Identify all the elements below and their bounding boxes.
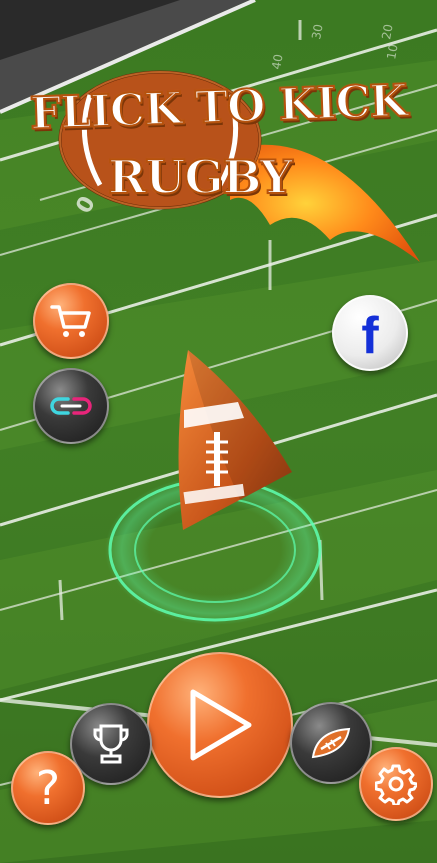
facebook-icon: f xyxy=(361,307,379,365)
trophy-icon xyxy=(93,724,129,764)
link-icon xyxy=(50,397,92,415)
facebook-button[interactable]: f xyxy=(332,295,408,371)
ball-select-button[interactable] xyxy=(290,702,372,784)
play-button[interactable] xyxy=(147,652,293,798)
game-title: FLICK TO KICK RUGBY xyxy=(0,0,437,270)
help-icon: ? xyxy=(35,761,61,815)
gear-icon xyxy=(375,764,417,805)
link-button[interactable] xyxy=(33,368,109,444)
help-button[interactable]: ? xyxy=(11,751,85,825)
cart-icon xyxy=(50,305,91,337)
settings-button[interactable] xyxy=(359,747,433,821)
title-line-1: FLICK TO KICK xyxy=(28,74,408,140)
title-line-2: RUGBY xyxy=(107,149,294,205)
shop-button[interactable] xyxy=(33,283,109,359)
leaderboard-button[interactable] xyxy=(70,703,152,785)
play-icon xyxy=(190,689,252,761)
rugby-ball-icon xyxy=(311,727,351,759)
